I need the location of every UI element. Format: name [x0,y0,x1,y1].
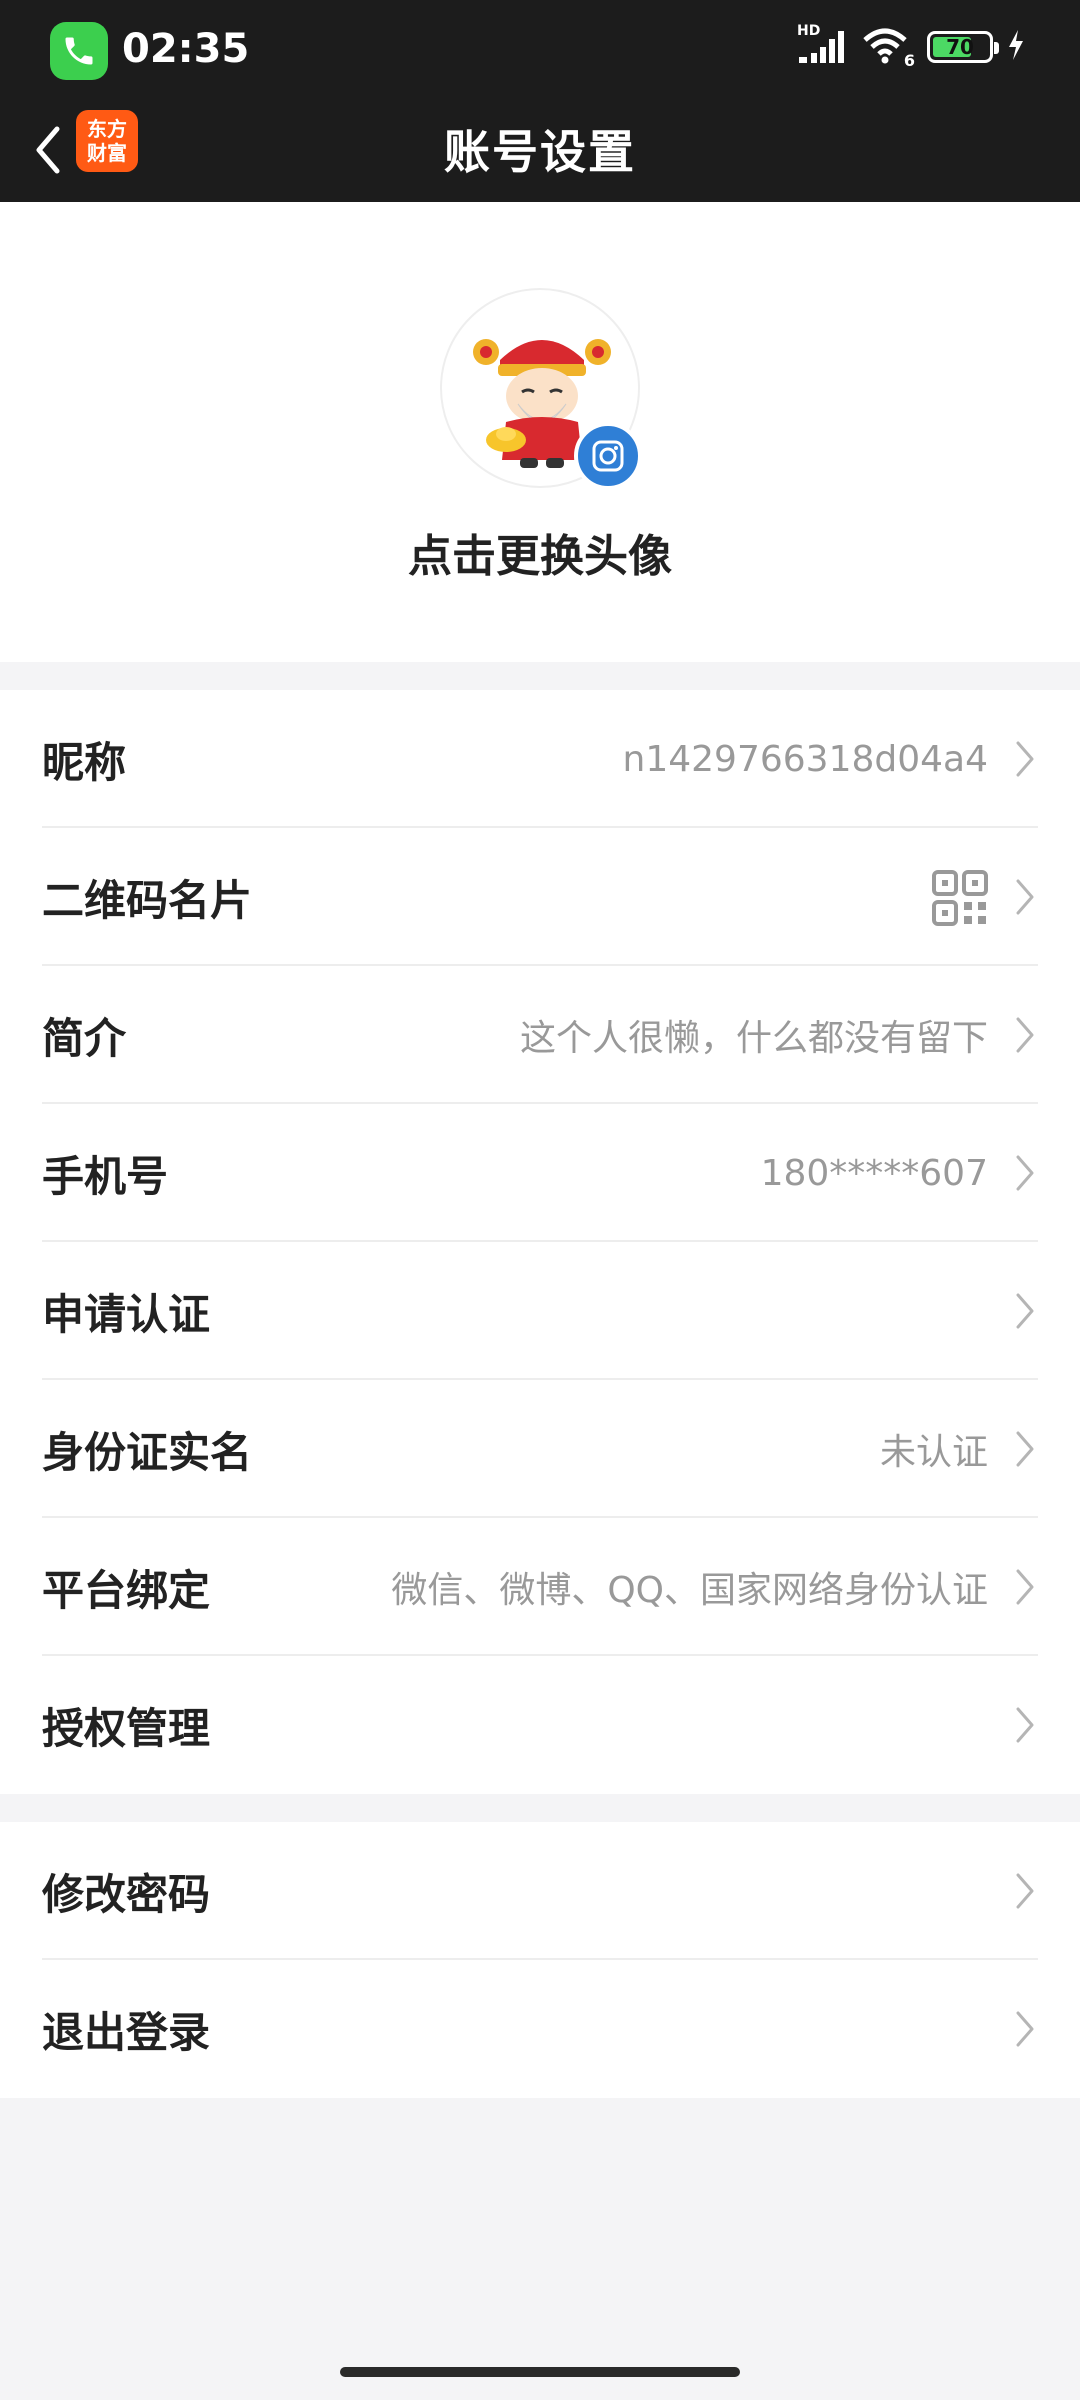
settings-row-authorization[interactable]: 授权管理 [0,1656,1080,1794]
status-time: 02:35 [122,26,250,72]
battery-level: 70 [946,35,974,59]
phone-icon[interactable] [50,22,108,80]
settings-row-logout[interactable]: 退出登录 [0,1960,1080,2098]
chevron-right-icon [1016,1017,1034,1053]
signal-icon: HD [797,23,849,65]
chevron-right-icon [1016,2011,1034,2047]
settings-row-apply-verification[interactable]: 申请认证 [0,1242,1080,1380]
chevron-right-icon [1016,1873,1034,1909]
row-label: 简介 [42,1013,127,1063]
nav-bar: 东方 财富 账号设置 [0,100,1080,202]
settings-row-phone[interactable]: 手机号 180*****607 [0,1104,1080,1242]
status-bar: 02:35 HD 6 70 [0,0,1080,100]
row-value: 这个人很懒，什么都没有留下 [519,1018,988,1059]
row-label: 授权管理 [42,1703,211,1753]
row-label: 身份证实名 [42,1427,253,1477]
settings-group-account: 修改密码 退出登录 [0,1822,1080,2098]
row-label: 退出登录 [42,2007,211,2057]
charging-icon [1007,30,1025,64]
chevron-right-icon [1016,879,1034,915]
settings-row-id-verification[interactable]: 身份证实名 未认证 [0,1380,1080,1518]
wifi-icon: 6 [863,28,915,70]
wifi-badge: 6 [903,51,915,70]
chevron-right-icon [1016,1569,1034,1605]
row-label: 修改密码 [42,1869,211,1919]
chevron-right-icon [1016,1431,1034,1467]
settings-row-nickname[interactable]: 昵称 n1429766318d04a4 [0,690,1080,828]
row-label: 二维码名片 [42,875,253,925]
row-value: 微信、微博、QQ、国家网络身份认证 [391,1570,988,1611]
settings-row-platform-binding[interactable]: 平台绑定 微信、微博、QQ、国家网络身份认证 [0,1518,1080,1656]
battery-icon: 70 [927,31,999,63]
qr-code-icon [932,870,988,926]
row-label: 平台绑定 [42,1565,211,1615]
chevron-right-icon [1016,1293,1034,1329]
row-label: 申请认证 [42,1289,211,1339]
settings-row-qr-card[interactable]: 二维码名片 [0,828,1080,966]
camera-icon[interactable] [574,422,642,490]
settings-row-change-password[interactable]: 修改密码 [0,1822,1080,1960]
row-value: 未认证 [879,1432,988,1473]
home-indicator[interactable] [340,2367,740,2377]
row-value: n1429766318d04a4 [622,738,988,780]
settings-row-bio[interactable]: 简介 这个人很懒，什么都没有留下 [0,966,1080,1104]
row-value: 180*****607 [760,1152,988,1194]
chevron-right-icon [1016,1707,1034,1743]
status-icons: HD 6 70 [797,23,1025,70]
page-title: 账号设置 [444,125,636,179]
settings-group-profile: 昵称 n1429766318d04a4 二维码名片 简介 这个人很懒，什么都没有… [0,690,1080,1794]
chevron-right-icon [1016,741,1034,777]
chevron-right-icon [1016,1155,1034,1191]
avatar-section: 点击更换头像 [0,202,1080,662]
change-avatar-label[interactable]: 点击更换头像 [0,520,1080,584]
row-label: 昵称 [42,737,127,787]
row-label: 手机号 [42,1151,169,1201]
